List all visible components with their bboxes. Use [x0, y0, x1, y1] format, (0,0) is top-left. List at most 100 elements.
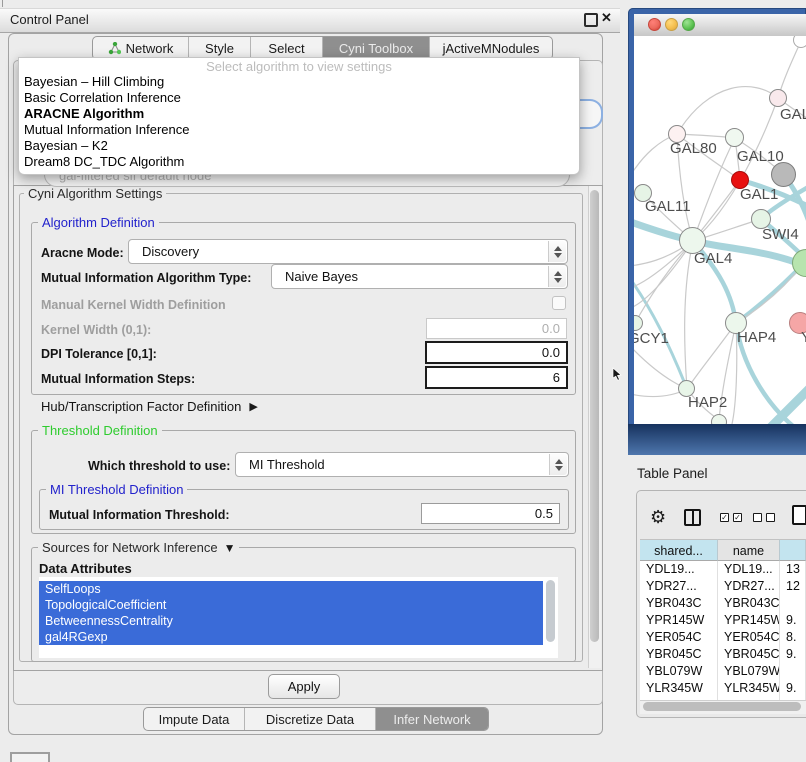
- tab-label: Select: [268, 41, 304, 56]
- mi-type-combobox[interactable]: Naive Bayes: [271, 264, 568, 289]
- mi-steps-field[interactable]: 6: [425, 366, 568, 389]
- node-label: GCY1: [634, 330, 669, 347]
- list-item-selected[interactable]: gal4RGexp: [39, 629, 543, 645]
- tab-cyni-toolbox[interactable]: Cyni Toolbox: [322, 37, 429, 59]
- column-header-shared[interactable]: shared...: [640, 539, 718, 561]
- cell-name: YER054C: [718, 629, 780, 646]
- network-node[interactable]: [711, 414, 727, 424]
- network-window-titlebar[interactable]: [634, 14, 806, 37]
- aracne-mode-label: Aracne Mode:: [41, 246, 124, 260]
- minimize-traffic-light[interactable]: [665, 18, 678, 31]
- settings-scrollbar-thumb[interactable]: [590, 190, 599, 642]
- document-icon[interactable]: [792, 505, 806, 525]
- mi-threshold-label: Mutual Information Threshold:: [49, 508, 230, 522]
- sources-expander[interactable]: Sources for Network Inference ▼: [38, 540, 239, 555]
- kernel-width-field[interactable]: 0.0: [426, 318, 567, 339]
- stepper-icon: [548, 241, 566, 262]
- which-threshold-combobox[interactable]: MI Threshold: [235, 452, 569, 477]
- table-row[interactable]: YDR27... YDR27... 12: [640, 578, 806, 595]
- table-row[interactable]: YER054C YER054C 8.: [640, 629, 806, 646]
- cell-value: 8.: [780, 629, 806, 646]
- mi-threshold-definition-title: MI Threshold Definition: [46, 482, 187, 497]
- dpi-tolerance-label: DPI Tolerance [0,1]:: [41, 347, 157, 361]
- dpi-tolerance-field[interactable]: 0.0: [425, 341, 568, 364]
- dropdown-placeholder: Select algorithm to view settings: [19, 59, 579, 74]
- list-item-selected[interactable]: BetweennessCentrality: [39, 613, 543, 629]
- table-panel-title: Table Panel: [637, 466, 708, 481]
- tab-select[interactable]: Select: [250, 37, 322, 59]
- table-row[interactable]: YBR043C YBR043C: [640, 595, 806, 612]
- network-node[interactable]: [725, 128, 744, 147]
- hub-definition-label: Hub/Transcription Factor Definition: [41, 399, 241, 414]
- cell-value: 9.: [780, 612, 806, 629]
- tab-impute-data[interactable]: Impute Data: [144, 708, 244, 730]
- network-canvas[interactable]: GAL GAL80 GAL10 GAL1 GAL11 SWI4 GAL4 GCY…: [634, 36, 806, 424]
- maximize-traffic-light[interactable]: [682, 18, 695, 31]
- node-label: GAL1: [740, 186, 778, 203]
- dropdown-option[interactable]: Mutual Information Inference: [22, 122, 574, 138]
- columns-icon[interactable]: [684, 509, 701, 526]
- node-label: GAL80: [670, 140, 717, 157]
- dropdown-option[interactable]: Dream8 DC_TDC Algorithm: [22, 154, 574, 170]
- node-label: SWI4: [762, 226, 799, 243]
- dropdown-option-selected[interactable]: ARACNE Algorithm: [22, 106, 574, 122]
- table-row[interactable]: YLR345W YLR345W 9.: [640, 680, 806, 697]
- column-header-partial[interactable]: [780, 539, 806, 561]
- node-label: GAL10: [737, 148, 784, 165]
- cell-value: [780, 663, 806, 680]
- cell-name: YDL19...: [718, 561, 780, 578]
- table-hscrollbar-thumb[interactable]: [643, 702, 801, 711]
- column-header-name[interactable]: name: [718, 539, 780, 561]
- algorithm-combobox-partial[interactable]: [577, 99, 603, 129]
- node-table: YDL19... YDL19... 13 YDR27... YDR27... 1…: [640, 561, 806, 700]
- control-panel-titlebar: [0, 8, 620, 33]
- clear-checks-icon[interactable]: [753, 513, 775, 522]
- dropdown-option[interactable]: Bayesian – K2: [22, 138, 574, 154]
- tab-network[interactable]: Network: [93, 37, 188, 59]
- mi-steps-label: Mutual Information Steps:: [41, 372, 195, 386]
- dropdown-option[interactable]: Basic Correlation Inference: [22, 90, 574, 106]
- tab-label: Cyni Toolbox: [339, 41, 413, 56]
- close-icon[interactable]: ✕: [601, 10, 612, 26]
- aracne-mode-combobox[interactable]: Discovery: [128, 239, 568, 264]
- gear-icon[interactable]: ⚙: [650, 508, 666, 526]
- manual-kernel-checkbox[interactable]: [552, 296, 566, 310]
- dropdown-option[interactable]: Bayesian – Hill Climbing: [22, 74, 574, 90]
- algorithm-dropdown-popup: Select algorithm to view settings Bayesi…: [18, 57, 580, 175]
- cell-shared: YDR27...: [640, 578, 718, 595]
- close-traffic-light[interactable]: [648, 18, 661, 31]
- unchecked-box-icon: [766, 513, 775, 522]
- table-row[interactable]: YPR145W YPR145W 9.: [640, 612, 806, 629]
- cell-shared: YER054C: [640, 629, 718, 646]
- tab-style[interactable]: Style: [188, 37, 250, 59]
- hub-definition-expander[interactable]: Hub/Transcription Factor Definition ▶: [41, 399, 258, 414]
- unchecked-box-icon: [753, 513, 762, 522]
- checked-box-icon: ✓: [733, 513, 742, 522]
- algorithm-definition-title: Algorithm Definition: [38, 215, 159, 230]
- float-window-icon[interactable]: [584, 13, 598, 27]
- aracne-mode-value: Discovery: [142, 244, 199, 259]
- tab-discretize-data[interactable]: Discretize Data: [244, 708, 375, 730]
- cell-shared: YBL079W: [640, 663, 718, 680]
- manual-kernel-label: Manual Kernel Width Definition: [41, 298, 226, 312]
- list-item-selected[interactable]: SelfLoops: [39, 581, 543, 597]
- tab-infer-network[interactable]: Infer Network: [375, 708, 488, 730]
- checked-box-icon: ✓: [720, 513, 729, 522]
- data-attributes-label: Data Attributes: [39, 561, 132, 576]
- apply-button[interactable]: Apply: [268, 674, 340, 699]
- table-row[interactable]: YBR045C YBR045C 9.: [640, 646, 806, 663]
- which-threshold-value: MI Threshold: [249, 457, 325, 472]
- mi-threshold-field[interactable]: 0.5: [421, 503, 560, 524]
- select-all-checks-icon[interactable]: ✓ ✓: [720, 513, 742, 522]
- cell-value: 9.: [780, 646, 806, 663]
- network-node[interactable]: [793, 36, 806, 48]
- tab-jactivemnodules[interactable]: jActiveMNodules: [429, 37, 552, 59]
- list-item-selected[interactable]: TopologicalCoefficient: [39, 597, 543, 613]
- network-node[interactable]: [771, 162, 796, 187]
- table-row[interactable]: YBL079W YBL079W: [640, 663, 806, 680]
- table-row[interactable]: YDL19... YDL19... 13: [640, 561, 806, 578]
- cell-name: YLR345W: [718, 680, 780, 697]
- attributes-scrollbar-thumb[interactable]: [546, 580, 555, 642]
- cell-shared: YLR345W: [640, 680, 718, 697]
- network-node[interactable]: [769, 89, 787, 107]
